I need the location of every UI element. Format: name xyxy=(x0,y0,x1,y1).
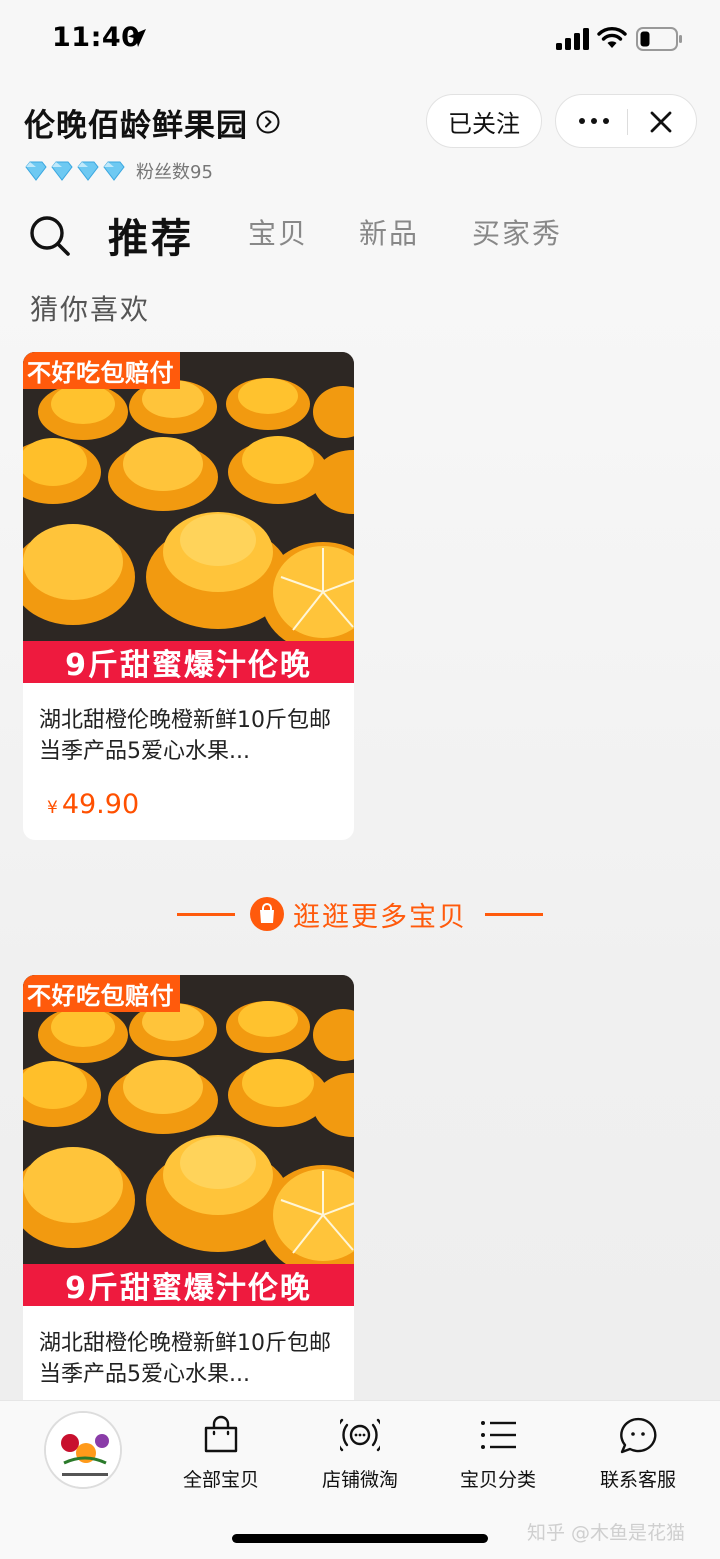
product-title[interactable]: 湖北甜橙伦晚橙新鲜10斤包邮当季产品5爱心水果... xyxy=(23,1306,354,1402)
product-card[interactable]: 不好吃包赔付 9斤甜蜜爆汁伦晚 湖北甜橙伦晚橙新鲜10斤包邮当季产品5爱心水果.… xyxy=(23,352,354,840)
nav-all-items-label: 全部宝贝 xyxy=(182,1469,259,1491)
store-name: 伦晚佰龄鲜果园 xyxy=(24,107,248,144)
product-image[interactable]: 不好吃包赔付 9斤甜蜜爆汁伦晚 xyxy=(23,975,354,1306)
close-icon[interactable] xyxy=(648,109,674,135)
product-image[interactable]: 不好吃包赔付 9斤甜蜜爆汁伦晚 xyxy=(23,352,354,683)
cellular-signal-icon xyxy=(556,28,589,50)
fans-count: 粉丝数95 xyxy=(136,162,213,183)
nav-store-feed-label: 店铺微淘 xyxy=(321,1469,398,1491)
browse-more-row[interactable]: 逛逛更多宝贝 xyxy=(0,892,720,936)
capsule-divider xyxy=(627,109,628,135)
broadcast-icon xyxy=(340,1418,380,1452)
store-header[interactable]: 伦晚佰龄鲜果园 xyxy=(24,100,280,144)
shopping-bag-icon xyxy=(250,897,284,931)
promo-badge: 不好吃包赔付 xyxy=(23,352,180,389)
section-title: 猜你喜欢 xyxy=(30,293,151,326)
status-bar: 11:40 xyxy=(0,0,720,80)
image-banner: 9斤甜蜜爆汁伦晚 xyxy=(23,1264,354,1306)
product-price: ¥ 49.90 xyxy=(23,779,354,839)
store-rank-row: 粉丝数95 xyxy=(24,158,213,184)
orange-photo xyxy=(23,352,354,683)
browse-more-label: 逛逛更多宝贝 xyxy=(293,901,467,933)
orange-photo xyxy=(23,975,354,1306)
divider-line xyxy=(485,912,543,916)
price-value: 49.90 xyxy=(61,789,140,820)
battery-icon xyxy=(636,27,682,51)
tab-items[interactable]: 宝贝 xyxy=(248,212,308,252)
chevron-right-circle-icon xyxy=(256,110,280,134)
nav-customer-service-label: 联系客服 xyxy=(599,1469,676,1491)
promo-badge: 不好吃包赔付 xyxy=(23,975,180,1012)
nav-customer-service[interactable]: 联系客服 xyxy=(583,1415,693,1495)
divider-line xyxy=(177,912,235,916)
nav-categories[interactable]: 宝贝分类 xyxy=(443,1415,553,1495)
nav-categories-label: 宝贝分类 xyxy=(459,1469,536,1491)
list-icon xyxy=(481,1421,516,1449)
chat-bubble-icon xyxy=(620,1417,657,1454)
store-avatar[interactable] xyxy=(44,1411,122,1489)
diamond-rank-icon xyxy=(25,161,125,181)
follow-button[interactable]: 已关注 xyxy=(426,94,542,148)
shopping-bag-icon xyxy=(204,1415,238,1453)
search-icon[interactable] xyxy=(28,214,72,258)
tab-buyer-show[interactable]: 买家秀 xyxy=(472,212,562,252)
image-banner: 9斤甜蜜爆汁伦晚 xyxy=(23,641,354,683)
wifi-icon xyxy=(597,27,627,48)
product-card[interactable]: 不好吃包赔付 9斤甜蜜爆汁伦晚 湖北甜橙伦晚橙新鲜10斤包邮当季产品5爱心水果.… xyxy=(23,975,354,1415)
watermark: 知乎 @木鱼是花猫 xyxy=(527,1522,686,1544)
product-title[interactable]: 湖北甜橙伦晚橙新鲜10斤包邮当季产品5爱心水果... xyxy=(23,683,354,779)
location-arrow-icon xyxy=(128,29,146,47)
tab-new[interactable]: 新品 xyxy=(359,212,419,252)
mini-program-capsule xyxy=(555,94,697,148)
more-dots-icon[interactable] xyxy=(574,110,614,132)
store-logo-icon xyxy=(46,1413,120,1487)
nav-store-feed[interactable]: 店铺微淘 xyxy=(305,1415,415,1495)
nav-all-items[interactable]: 全部宝贝 xyxy=(166,1415,276,1495)
tab-recommend[interactable]: 推荐 xyxy=(108,206,194,264)
home-indicator[interactable] xyxy=(232,1534,488,1543)
currency-symbol: ¥ xyxy=(47,798,58,818)
